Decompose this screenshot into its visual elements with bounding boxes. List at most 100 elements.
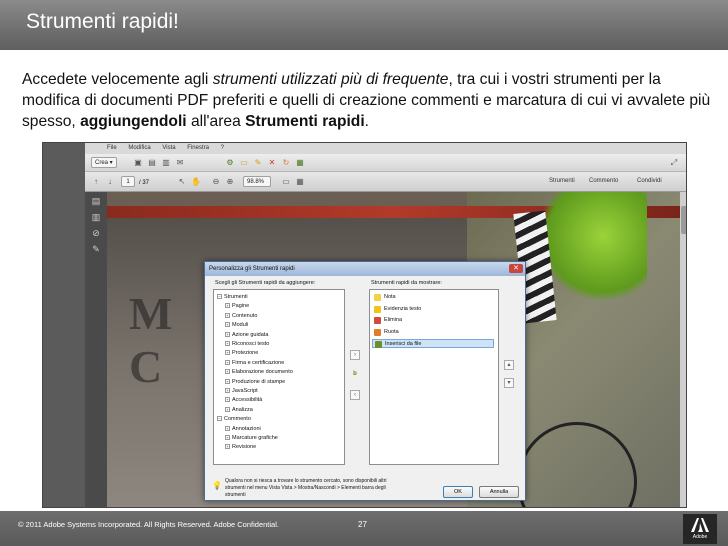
bookmarks-icon[interactable]: ▥ [91, 212, 101, 222]
fit-width-icon[interactable]: ▦ [295, 177, 305, 187]
next-page-icon[interactable]: ↓ [105, 177, 115, 187]
expander-icon[interactable]: + [225, 406, 230, 412]
body-italic: strumenti utilizzati più di frequente [212, 71, 449, 88]
expander-icon[interactable]: + [225, 331, 230, 337]
expander-icon[interactable]: + [225, 359, 230, 365]
zoom-in-icon[interactable]: ⊕ [225, 177, 235, 187]
expander-icon[interactable]: + [225, 388, 230, 394]
expander-icon[interactable]: + [225, 425, 230, 431]
move-up-icon[interactable]: ▴ [504, 360, 514, 370]
tree-item[interactable]: + JavaScript [225, 387, 258, 395]
expander-icon[interactable]: + [225, 312, 230, 318]
menu-file[interactable]: File [107, 145, 117, 151]
menu-window[interactable]: Finestra [187, 145, 209, 151]
vertical-scrollbar[interactable] [680, 192, 686, 507]
settings-icon[interactable]: ⚙ [225, 158, 235, 168]
menu-help[interactable]: ? [221, 145, 224, 151]
shown-tool-item[interactable]: Ruota [372, 328, 494, 337]
insert-from-file-icon [375, 341, 382, 348]
expander-icon[interactable]: + [225, 444, 230, 450]
tree-item[interactable]: + Analizza [225, 406, 253, 414]
body-text-4: . [364, 113, 370, 130]
comment-icon[interactable]: ▭ [239, 158, 249, 168]
tree-item[interactable]: + Protezione [225, 349, 258, 357]
tab-share[interactable]: Condividi [637, 178, 662, 184]
highlight-icon[interactable]: ✎ [253, 158, 263, 168]
adobe-a-icon [691, 518, 709, 532]
zoom-out-icon[interactable]: ⊖ [211, 177, 221, 187]
expander-icon[interactable]: + [225, 303, 230, 309]
shown-tool-item[interactable]: Elimina [372, 316, 494, 325]
expander-icon[interactable]: + [225, 369, 230, 375]
tree-item[interactable]: + Marcature grafiche [225, 434, 278, 442]
adobe-logo: Adobe [683, 514, 717, 544]
tree-item[interactable]: + Firma e certificazione [225, 359, 284, 367]
pages-icon[interactable]: ▤ [91, 196, 101, 206]
tree-item[interactable]: − Commento [217, 415, 251, 423]
expander-icon[interactable]: − [217, 416, 222, 422]
delete-icon[interactable]: ✕ [267, 158, 277, 168]
tab-comment[interactable]: Commento [589, 178, 618, 184]
prev-page-icon[interactable]: ↑ [91, 177, 101, 187]
shown-tool-item[interactable]: Nota [372, 293, 494, 302]
shown-tool-item[interactable]: Evidenzia testo [372, 305, 494, 314]
save-icon[interactable]: ▤ [147, 158, 157, 168]
close-icon[interactable]: ✕ [509, 264, 523, 273]
insert-from-file-icon[interactable]: ▦ [295, 158, 305, 168]
tree-item[interactable]: + Pagine [225, 302, 249, 310]
tree-item-label: Strumenti [224, 294, 248, 300]
expander-icon[interactable]: + [225, 378, 230, 384]
tree-item[interactable]: + Elaborazione documento [225, 368, 293, 376]
move-down-icon[interactable]: ▾ [504, 378, 514, 388]
tree-item[interactable]: + Contenuto [225, 312, 257, 320]
print-icon[interactable]: ▥ [161, 158, 171, 168]
shown-tools-list[interactable]: Nota Evidenzia testo Elimina Ruota Inserisci… [369, 289, 499, 465]
create-button[interactable]: Crea ▾ [91, 157, 117, 168]
tree-item[interactable]: + Accessibilità [225, 396, 262, 404]
shown-tool-item[interactable]: Inserisci da file [372, 339, 494, 348]
delete-icon [374, 317, 381, 324]
tree-item[interactable]: + Moduli [225, 321, 248, 329]
fit-page-icon[interactable]: ▭ [281, 177, 291, 187]
expander-icon[interactable]: − [217, 294, 222, 300]
rotate-icon [374, 328, 381, 336]
tree-item[interactable]: + Annotazioni [225, 425, 261, 433]
tree-item[interactable]: + Revisione [225, 443, 256, 451]
expand-icon[interactable]: ⤢ [669, 158, 679, 168]
slide-title: Strumenti rapidi! [26, 10, 179, 33]
available-tools-tree[interactable]: − Strumenti + Pagine + Contenuto + Moduli + Azion… [213, 289, 345, 465]
expander-icon[interactable]: + [225, 397, 230, 403]
tree-item[interactable]: + Produzione di stampe [225, 378, 285, 386]
customize-quick-tools-dialog: Personalizza gli Strumenti rapidi ✕ Sceg… [204, 261, 526, 501]
move-right-icon[interactable]: › [350, 350, 360, 360]
move-left-icon[interactable]: ‹ [350, 390, 360, 400]
body-bold-2: Strumenti rapidi [245, 113, 365, 130]
ok-button[interactable]: OK [443, 486, 473, 498]
dialog-title: Personalizza gli Strumenti rapidi [205, 262, 525, 276]
attachments-icon[interactable]: ⊘ [91, 228, 101, 238]
tree-item[interactable]: + Azione guidata [225, 331, 268, 339]
expander-icon[interactable]: + [225, 350, 230, 356]
open-icon[interactable]: ▣ [133, 158, 143, 168]
tab-tools[interactable]: Strumenti [549, 178, 575, 184]
cancel-button[interactable]: Annulla [479, 486, 519, 498]
tree-item-label: Azione guidata [232, 331, 269, 338]
add-tool-icon[interactable]: b [350, 370, 360, 380]
scrollbar-thumb[interactable] [681, 206, 686, 234]
zoom-field[interactable]: 98.8% [243, 176, 271, 187]
expander-icon[interactable]: + [225, 341, 230, 347]
expander-icon[interactable]: + [225, 435, 230, 441]
magazine-letters-image: MC [129, 288, 173, 392]
menu-edit[interactable]: Modifica [128, 145, 150, 151]
tree-item[interactable]: + Riconosci testo [225, 340, 269, 348]
page-input[interactable]: 1 [121, 176, 135, 187]
menu-view[interactable]: Vista [162, 145, 175, 151]
rotate-icon[interactable]: ↻ [281, 158, 291, 168]
email-icon[interactable]: ✉ [175, 158, 185, 168]
adobe-wordmark: Adobe [692, 534, 708, 540]
select-icon[interactable]: ↖ [177, 177, 187, 187]
signatures-icon[interactable]: ✎ [91, 244, 101, 254]
tree-item[interactable]: − Strumenti [217, 293, 248, 301]
expander-icon[interactable]: + [225, 322, 230, 328]
hand-icon[interactable]: ✋ [191, 177, 201, 187]
